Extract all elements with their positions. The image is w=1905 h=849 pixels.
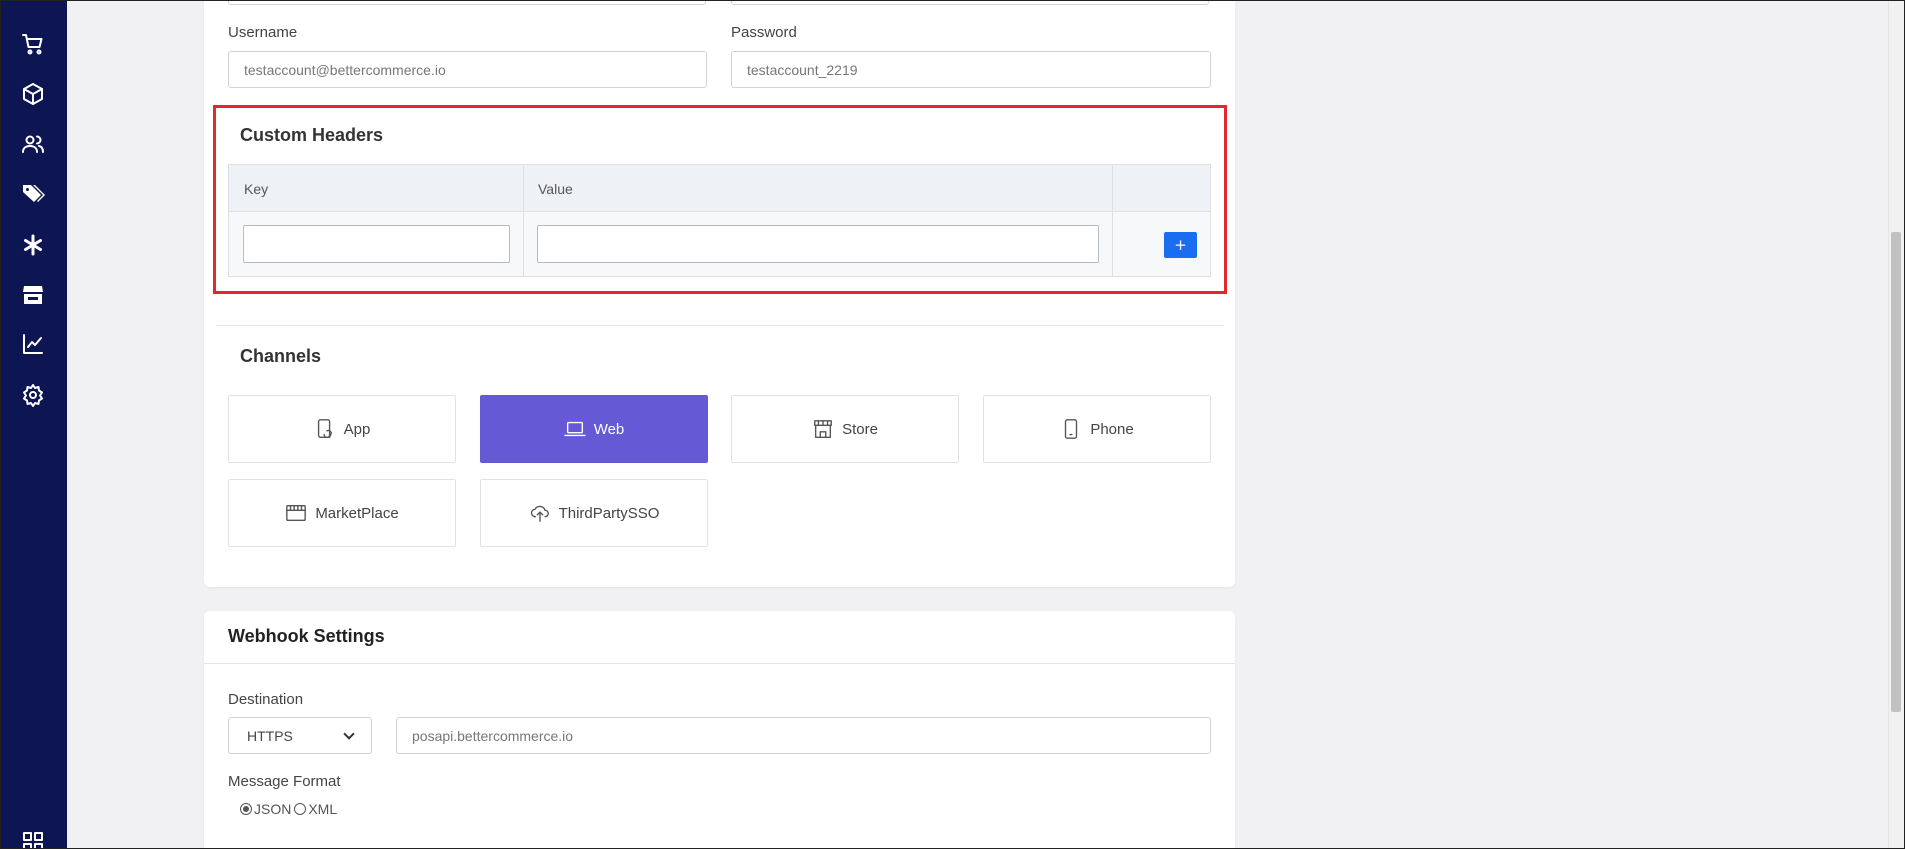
custom-headers-table: Key Value + [228,164,1211,277]
password-label: Password [731,24,797,41]
webhook-title: Webhook Settings [228,626,385,646]
format-json-radio[interactable] [240,803,252,815]
section-divider [216,325,1224,326]
app-icon [317,419,332,438]
laptop-icon [563,421,586,437]
webhook-divider [204,663,1235,664]
grid-icon[interactable] [18,827,48,849]
format-xml-label: XML [308,801,338,817]
store-icon [814,420,832,438]
add-header-button[interactable]: + [1164,232,1197,258]
channel-marketplace-label: MarketPlace [315,504,399,522]
column-key: Key [244,181,269,197]
asterisk-icon[interactable] [18,230,48,260]
marketplace-icon [286,504,307,522]
username-field[interactable]: testaccount@bettercommerce.io [228,51,707,88]
scrollbar-thumb[interactable] [1891,232,1901,712]
channel-marketplace[interactable]: MarketPlace [228,479,456,547]
chevron-down-icon [343,727,355,740]
channels-title: Channels [240,346,322,366]
top-input-left[interactable] [228,0,706,5]
top-input-right[interactable] [731,0,1209,5]
tags-icon[interactable] [18,179,48,209]
sidebar [0,0,67,849]
users-icon[interactable] [18,129,48,159]
channel-store-label: Store [842,420,878,438]
header-key-input[interactable] [243,225,510,263]
channel-thirdpartysso[interactable]: ThirdPartySSO [480,479,708,547]
message-format-label: Message Format [228,773,341,790]
custom-headers-title: Custom Headers [240,125,384,145]
format-json-label: JSON [254,801,292,817]
column-value: Value [538,181,573,197]
destination-label: Destination [228,691,304,708]
header-value-input[interactable] [537,225,1099,263]
protocol-select[interactable]: HTTPS [228,717,372,754]
chart-icon[interactable] [18,329,48,359]
gear-icon[interactable] [18,380,48,410]
username-label: Username [228,24,298,41]
password-field[interactable]: testaccount_2219 [731,51,1211,88]
channel-web-label: Web [593,420,625,438]
protocol-value: HTTPS [247,727,293,744]
channel-app[interactable]: App [228,395,456,463]
table-header [229,165,1210,212]
channel-app-label: App [343,420,371,438]
channel-store[interactable]: Store [731,395,959,463]
cloud-icon [530,505,549,522]
channel-thirdpartysso-label: ThirdPartySSO [558,504,660,522]
channel-web[interactable]: Web [480,395,708,463]
message-format-options: JSON XML [240,801,337,817]
channel-phone-label: Phone [1090,420,1134,438]
phone-icon [1065,419,1078,439]
channel-phone[interactable]: Phone [983,395,1211,463]
destination-field[interactable]: posapi.bettercommerce.io [396,717,1211,754]
cart-icon[interactable] [18,29,48,59]
store-icon[interactable] [18,280,48,310]
format-xml-radio[interactable] [294,803,307,815]
box-icon[interactable] [18,79,48,109]
